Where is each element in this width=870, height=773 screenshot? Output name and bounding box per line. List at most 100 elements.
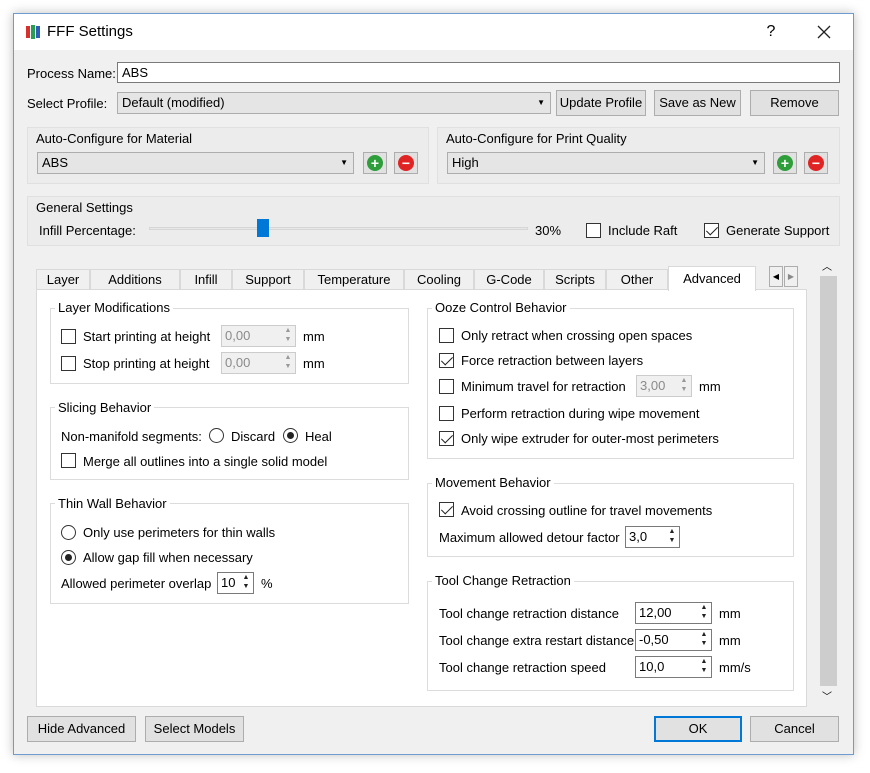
heal-label: Heal: [305, 429, 332, 444]
wipe-retract-label: Perform retraction during wipe movement: [461, 406, 700, 421]
quality-selected: High: [452, 155, 479, 170]
start-height-spinbox[interactable]: 0,00 ▲ ▼: [221, 325, 296, 347]
remove-quality-button[interactable]: −: [804, 152, 828, 174]
generate-support-checkbox[interactable]: [704, 223, 719, 238]
tc-distance-spinbox[interactable]: 12,00 ▲ ▼: [635, 602, 712, 624]
stop-printing-checkbox[interactable]: [61, 356, 76, 371]
tab-other[interactable]: Other: [606, 269, 668, 290]
material-title: Auto-Configure for Material: [36, 131, 193, 146]
wipe-retract-checkbox[interactable]: [439, 406, 454, 421]
process-name-input[interactable]: ABS: [117, 62, 840, 83]
material-panel: Auto-Configure for Material ABS ▼ + −: [27, 127, 429, 184]
remove-profile-button[interactable]: Remove: [750, 90, 839, 116]
spin-arrows-icon: ▲ ▼: [700, 658, 708, 674]
stop-height-value: 0,00: [225, 355, 251, 370]
only-perimeters-label: Only use perimeters for thin walls: [83, 525, 276, 540]
quality-dropdown[interactable]: High ▼: [447, 152, 765, 174]
infill-slider-track[interactable]: [149, 227, 528, 230]
tc-distance-label: Tool change retraction distance: [439, 606, 619, 621]
only-retract-checkbox[interactable]: [439, 328, 454, 343]
hide-advanced-button[interactable]: Hide Advanced: [27, 716, 136, 742]
ok-button[interactable]: OK: [654, 716, 742, 742]
process-name-label: Process Name:: [27, 66, 116, 81]
scrollbar-thumb[interactable]: [820, 276, 837, 686]
profile-selected: Default (modified): [122, 95, 225, 110]
movement-behavior-group: [427, 483, 794, 557]
scroll-up-icon[interactable]: ︿: [822, 258, 832, 273]
general-settings-title: General Settings: [36, 200, 133, 215]
tc-speed-spinbox[interactable]: 10,0 ▲ ▼: [635, 656, 712, 678]
merge-outlines-label: Merge all outlines into a single solid m…: [83, 454, 328, 469]
overlap-spinbox[interactable]: 10 ▲ ▼: [217, 572, 254, 594]
material-selected: ABS: [42, 155, 69, 170]
start-height-value: 0,00: [225, 328, 251, 343]
tc-extra-label: Tool change extra restart distance: [439, 633, 635, 648]
discard-label: Discard: [231, 429, 276, 444]
save-as-new-button[interactable]: Save as New: [654, 90, 741, 116]
profile-dropdown[interactable]: Default (modified) ▼: [117, 92, 551, 114]
add-quality-button[interactable]: +: [773, 152, 797, 174]
settings-tabs: Layer Additions Infill Support Temperature Co…: [36, 266, 807, 291]
start-height-unit: mm: [303, 329, 325, 344]
overlap-label: Allowed perimeter overlap: [61, 576, 212, 591]
tab-cooling[interactable]: Cooling: [404, 269, 474, 290]
scroll-down-icon[interactable]: ﹀: [822, 688, 832, 703]
detour-spinbox[interactable]: 3,0 ▲ ▼: [625, 526, 680, 548]
generate-support-label: Generate Support: [726, 223, 830, 238]
tab-g-code[interactable]: G-Code: [474, 269, 544, 290]
overlap-unit: %: [261, 576, 273, 591]
material-dropdown[interactable]: ABS ▼: [37, 152, 354, 174]
tab-infill[interactable]: Infill: [180, 269, 232, 290]
start-printing-checkbox[interactable]: [61, 329, 76, 344]
vertical-scrollbar[interactable]: ︿ ﹀: [818, 256, 839, 708]
infill-label: Infill Percentage:: [39, 223, 136, 238]
discard-radio[interactable]: [209, 428, 224, 443]
include-raft-checkbox[interactable]: [586, 223, 601, 238]
spin-arrows-icon: ▲ ▼: [668, 528, 676, 544]
cancel-button[interactable]: Cancel: [750, 716, 839, 742]
stop-height-spinbox[interactable]: 0,00 ▲ ▼: [221, 352, 296, 374]
only-perimeters-radio[interactable]: [61, 525, 76, 540]
tab-support[interactable]: Support: [232, 269, 304, 290]
min-travel-checkbox[interactable]: [439, 379, 454, 394]
advanced-tab-content: Layer Modifications Start printing at he…: [36, 289, 807, 707]
tab-temperature[interactable]: Temperature: [304, 269, 404, 290]
merge-outlines-checkbox[interactable]: [61, 453, 76, 468]
detour-label: Maximum allowed detour factor: [439, 530, 620, 545]
title-bar: FFF Settings ?: [14, 14, 853, 50]
tab-layer[interactable]: Layer: [36, 269, 90, 290]
spin-arrows-icon: ▲ ▼: [242, 574, 250, 590]
close-button[interactable]: [807, 20, 841, 44]
heal-radio[interactable]: [283, 428, 298, 443]
app-logo-icon: [26, 25, 40, 39]
tab-scripts[interactable]: Scripts: [544, 269, 606, 290]
detour-value: 3,0: [629, 529, 648, 544]
tab-scroll-left-icon[interactable]: ◀: [769, 266, 783, 287]
spin-arrows-icon: ▲ ▼: [700, 604, 708, 620]
minus-icon: −: [808, 155, 824, 171]
tc-extra-spinbox[interactable]: -0,50 ▲ ▼: [635, 629, 712, 651]
avoid-crossing-checkbox[interactable]: [439, 502, 454, 517]
min-travel-spinbox[interactable]: 3,00 ▲ ▼: [636, 375, 692, 397]
layer-modifications-title: Layer Modifications: [55, 300, 173, 315]
quality-title: Auto-Configure for Print Quality: [446, 131, 627, 146]
force-retract-checkbox[interactable]: [439, 353, 454, 368]
tc-extra-unit: mm: [719, 633, 741, 648]
min-travel-value: 3,00: [640, 378, 666, 393]
only-retract-label: Only retract when crossing open spaces: [461, 328, 693, 343]
select-models-button[interactable]: Select Models: [145, 716, 244, 742]
remove-material-button[interactable]: −: [394, 152, 418, 174]
wipe-outer-checkbox[interactable]: [439, 431, 454, 446]
tab-advanced[interactable]: Advanced: [668, 266, 756, 291]
tab-additions[interactable]: Additions: [90, 269, 180, 290]
spin-arrows-icon: ▲ ▼: [284, 354, 292, 370]
tc-speed-unit: mm/s: [719, 660, 751, 675]
update-profile-button[interactable]: Update Profile: [556, 90, 646, 116]
add-material-button[interactable]: +: [363, 152, 387, 174]
help-button[interactable]: ?: [754, 20, 788, 44]
minus-icon: −: [398, 155, 414, 171]
infill-slider-handle[interactable]: [256, 219, 269, 237]
window-title: FFF Settings: [47, 23, 133, 40]
gap-fill-radio[interactable]: [61, 550, 76, 565]
tab-scroll-right-icon[interactable]: ▶: [784, 266, 798, 287]
